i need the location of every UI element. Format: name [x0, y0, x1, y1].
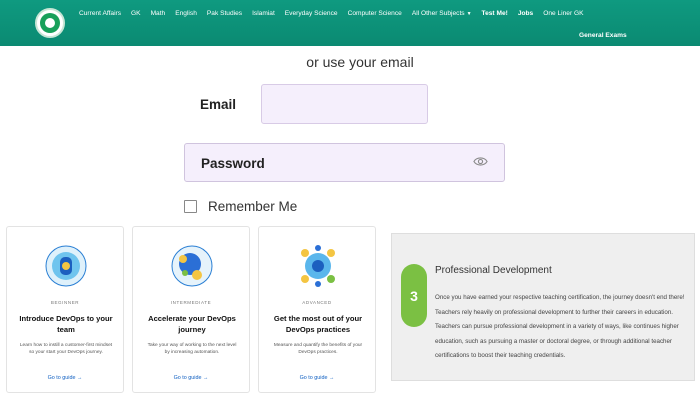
- card-description: Measure and quantify the benefits of you…: [273, 343, 363, 355]
- card-title: Introduce DevOps to your team: [19, 314, 113, 334]
- caret-down-icon: ▼: [466, 11, 472, 17]
- go-to-guide-link[interactable]: Go to guide →: [133, 375, 249, 381]
- nav-test-me[interactable]: Test Me!: [477, 9, 513, 19]
- remember-me-row: Remember Me: [184, 199, 297, 214]
- site-logo[interactable]: [35, 8, 65, 38]
- nav-everyday-science[interactable]: Everyday Science: [280, 9, 343, 19]
- nav-all-other-subjects[interactable]: All Other Subjects ▼: [407, 9, 477, 19]
- nav-islamiat[interactable]: Islamiat: [247, 9, 280, 19]
- devops-card-advanced: ADVANCED Get the most out of your DevOps…: [258, 226, 376, 393]
- remember-me-checkbox[interactable]: [184, 200, 197, 213]
- nav-math[interactable]: Math: [146, 9, 171, 19]
- nav-gk[interactable]: GK: [126, 9, 146, 19]
- devops-card-beginner: BEGINNER Introduce DevOps to your team L…: [6, 226, 124, 393]
- card-description: Take your way of working to the next lev…: [147, 343, 237, 355]
- level-label: ADVANCED: [302, 300, 332, 305]
- nav-menu: Current Affairs GK Math English Pak Stud…: [74, 9, 589, 19]
- or-use-email-text: or use your email: [306, 54, 414, 70]
- nav-all-other-subjects-label: All Other Subjects: [411, 10, 465, 17]
- nav-general-exams[interactable]: General Exams: [579, 32, 627, 39]
- password-label: Password: [201, 156, 265, 171]
- nav-current-affairs[interactable]: Current Affairs: [74, 9, 126, 19]
- card-title: Accelerate your DevOps journey: [148, 314, 236, 334]
- nav-computer-science[interactable]: Computer Science: [343, 9, 407, 19]
- practices-illustration-icon: [301, 245, 335, 287]
- nav-pak-studies[interactable]: Pak Studies: [202, 9, 247, 19]
- team-illustration-icon: [45, 245, 87, 287]
- professional-development-panel: 3 Professional Development Once you have…: [391, 233, 695, 381]
- password-field[interactable]: Password: [184, 143, 505, 182]
- panel-body-text: Once you have earned your respective tea…: [435, 294, 685, 359]
- email-label: Email: [200, 97, 237, 112]
- accelerate-illustration-icon: [171, 245, 213, 287]
- nav-one-liner-gk[interactable]: One Liner GK: [538, 9, 588, 19]
- panel-title: Professional Development: [435, 265, 552, 276]
- level-label: INTERMEDIATE: [170, 300, 212, 305]
- go-to-guide-link[interactable]: Go to guide →: [259, 375, 375, 381]
- devops-card-intermediate: INTERMEDIATE Accelerate your DevOps jour…: [132, 226, 250, 393]
- logo-emblem-icon: [40, 13, 60, 33]
- go-to-guide-link[interactable]: Go to guide →: [7, 375, 123, 381]
- remember-me-label[interactable]: Remember Me: [208, 199, 297, 214]
- step-number-badge: 3: [401, 264, 427, 327]
- card-title: Get the most out of your DevOps practice…: [273, 314, 363, 334]
- eye-icon[interactable]: [473, 156, 488, 167]
- nav-english[interactable]: English: [170, 9, 202, 19]
- level-label: BEGINNER: [50, 300, 80, 305]
- top-navbar: Current Affairs GK Math English Pak Stud…: [0, 0, 700, 46]
- email-field[interactable]: [261, 84, 428, 124]
- nav-jobs[interactable]: Jobs: [513, 9, 538, 19]
- card-description: Learn how to instill a customer-first mi…: [19, 343, 113, 355]
- page: Current Affairs GK Math English Pak Stud…: [0, 0, 700, 400]
